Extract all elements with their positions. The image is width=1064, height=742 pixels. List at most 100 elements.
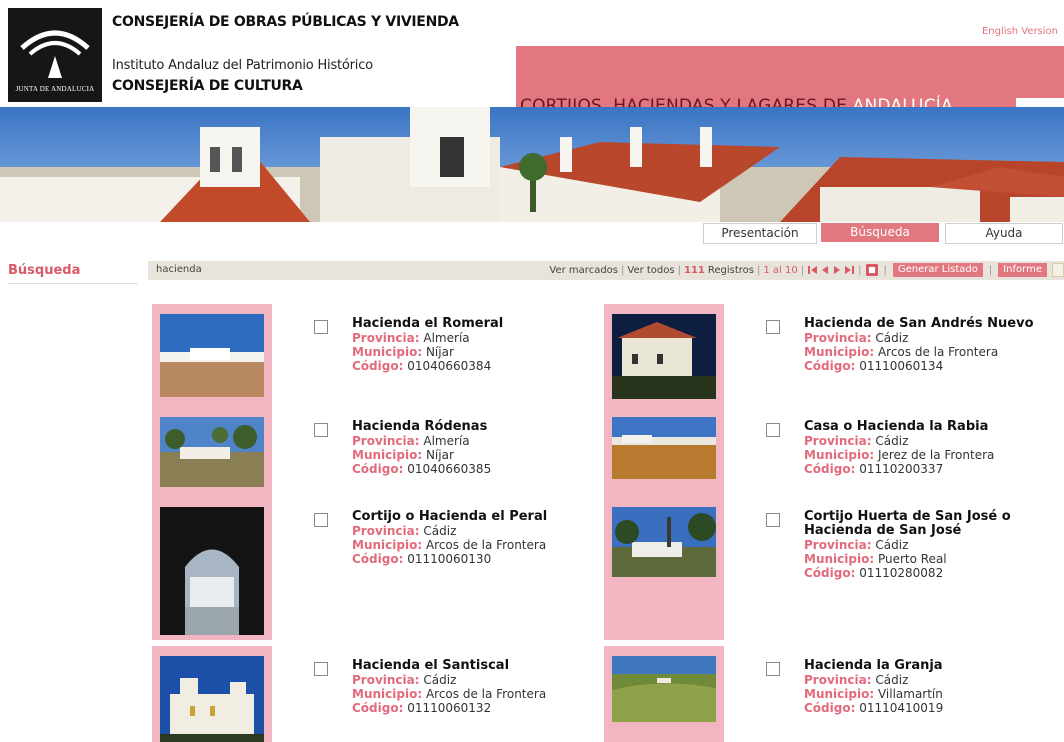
codigo-value: 01110060132 bbox=[407, 701, 492, 715]
municipio-value: Arcos de la Frontera bbox=[425, 687, 547, 701]
codigo-label: Código: bbox=[352, 359, 404, 373]
search-label-underline bbox=[8, 283, 138, 284]
provincia-value: Cádiz bbox=[875, 673, 909, 687]
search-term: hacienda bbox=[156, 264, 202, 275]
municipio-label: Municipio: bbox=[804, 552, 875, 566]
municipio-value: Arcos de la Frontera bbox=[877, 345, 999, 359]
result-checkbox[interactable] bbox=[314, 662, 328, 676]
provincia-label: Provincia: bbox=[352, 331, 420, 345]
codigo-value: 01110060130 bbox=[407, 552, 492, 566]
result-thumbnail[interactable] bbox=[604, 497, 724, 640]
provincia-value: Cádiz bbox=[423, 524, 457, 538]
codigo-label: Código: bbox=[352, 462, 404, 476]
tab-ayuda[interactable]: Ayuda bbox=[945, 223, 1063, 244]
provincia-label: Provincia: bbox=[804, 434, 872, 448]
next-page-icon[interactable] bbox=[832, 265, 842, 275]
junta-logo[interactable]: JUNTA DE ANDALUCIA bbox=[8, 8, 102, 102]
provincia-value: Almería bbox=[423, 434, 470, 448]
codigo-label: Código: bbox=[352, 552, 404, 566]
codigo-label: Código: bbox=[352, 701, 404, 715]
result-thumbnail[interactable] bbox=[152, 407, 272, 497]
provincia-label: Provincia: bbox=[352, 673, 420, 687]
result-title[interactable]: Hacienda de San Andrés Nuevo bbox=[804, 317, 1064, 331]
previous-page-icon[interactable] bbox=[820, 265, 830, 275]
english-version-link[interactable]: English Version bbox=[982, 26, 1058, 37]
result-title[interactable]: Hacienda Ródenas bbox=[352, 420, 612, 434]
municipio-value: Arcos de la Frontera bbox=[425, 538, 547, 552]
result-photo[interactable] bbox=[612, 507, 716, 577]
result-thumbnail[interactable] bbox=[604, 646, 724, 742]
result-thumbnail[interactable] bbox=[604, 304, 724, 407]
municipio-label: Municipio: bbox=[352, 345, 423, 359]
result-checkbox[interactable] bbox=[766, 423, 780, 437]
provincia-value: Cádiz bbox=[423, 673, 457, 687]
header-photo bbox=[0, 107, 1064, 222]
result-checkbox[interactable] bbox=[766, 662, 780, 676]
codigo-value: 01110280082 bbox=[859, 566, 944, 580]
result-thumbnail[interactable] bbox=[152, 304, 272, 407]
result-title[interactable]: Hacienda el Santiscal bbox=[352, 659, 612, 673]
municipio-label: Municipio: bbox=[804, 687, 875, 701]
result-photo[interactable] bbox=[160, 314, 264, 397]
result-range: 1 al 10 bbox=[763, 264, 798, 276]
tab-busqueda[interactable]: Búsqueda bbox=[821, 223, 939, 242]
result-title[interactable]: Hacienda la Granja bbox=[804, 659, 1064, 673]
result-photo[interactable] bbox=[160, 507, 264, 635]
print-icon[interactable] bbox=[866, 264, 879, 276]
separator: | bbox=[621, 264, 625, 276]
result-photo[interactable] bbox=[612, 417, 716, 479]
ver-todos-link[interactable]: Ver todos bbox=[627, 265, 674, 276]
provincia-label: Provincia: bbox=[352, 434, 420, 448]
provincia-label: Provincia: bbox=[804, 538, 872, 552]
result-title[interactable]: Cortijo o Hacienda el Peral bbox=[352, 510, 612, 524]
provincia-value: Cádiz bbox=[875, 538, 909, 552]
result-photo[interactable] bbox=[612, 314, 716, 399]
generar-listado-button[interactable]: Generar Listado bbox=[892, 263, 983, 277]
municipio-label: Municipio: bbox=[352, 687, 423, 701]
result-thumbnail[interactable] bbox=[152, 646, 272, 742]
result-info: Hacienda el Romeral Provincia: Almería M… bbox=[352, 317, 612, 374]
municipio-label: Municipio: bbox=[352, 538, 423, 552]
result-title[interactable]: Casa o Hacienda la Rabia bbox=[804, 420, 1064, 434]
provincia-label: Provincia: bbox=[352, 524, 420, 538]
result-info: Cortijo o Hacienda el Peral Provincia: C… bbox=[352, 510, 612, 567]
results-toolbar: Ver marcados | Ver todos | 111 Registros… bbox=[549, 263, 1064, 277]
codigo-value: 01110200337 bbox=[859, 462, 944, 476]
result-checkbox[interactable] bbox=[314, 423, 328, 437]
municipio-value: Jerez de la Frontera bbox=[877, 448, 995, 462]
result-checkbox[interactable] bbox=[314, 320, 328, 334]
informe-button[interactable]: Informe bbox=[998, 263, 1047, 277]
result-title[interactable]: Cortijo Huerta de San José o Hacienda de… bbox=[804, 510, 1064, 538]
result-thumbnail[interactable] bbox=[152, 497, 272, 640]
separator: | bbox=[883, 264, 887, 276]
consejeria-cultura-title: CONSEJERÍA DE CULTURA bbox=[112, 78, 303, 94]
instituto-title: Instituto Andaluz del Patrimonio Históri… bbox=[112, 58, 373, 73]
result-photo[interactable] bbox=[160, 417, 264, 487]
logo-text: JUNTA DE ANDALUCIA bbox=[15, 85, 95, 93]
result-info: Casa o Hacienda la Rabia Provincia: Cádi… bbox=[804, 420, 1064, 477]
result-checkbox[interactable] bbox=[766, 320, 780, 334]
municipio-label: Municipio: bbox=[804, 345, 875, 359]
municipio-label: Municipio: bbox=[352, 448, 423, 462]
result-checkbox[interactable] bbox=[314, 513, 328, 527]
municipio-label: Municipio: bbox=[804, 448, 875, 462]
result-thumbnail[interactable] bbox=[604, 407, 724, 497]
tab-presentacion[interactable]: Presentación bbox=[703, 223, 817, 244]
result-info: Hacienda de San Andrés Nuevo Provincia: … bbox=[804, 317, 1064, 374]
result-info: Hacienda la Granja Provincia: Cádiz Muni… bbox=[804, 659, 1064, 716]
codigo-value: 01110060134 bbox=[859, 359, 944, 373]
provincia-value: Cádiz bbox=[875, 434, 909, 448]
result-photo[interactable] bbox=[612, 656, 716, 722]
municipio-value: Níjar bbox=[425, 448, 454, 462]
municipio-value: Villamartín bbox=[877, 687, 943, 701]
last-page-icon[interactable] bbox=[844, 265, 855, 275]
document-icon[interactable] bbox=[1052, 263, 1064, 277]
result-info: Hacienda el Santiscal Provincia: Cádiz M… bbox=[352, 659, 612, 716]
result-photo[interactable] bbox=[160, 656, 264, 742]
result-checkbox[interactable] bbox=[766, 513, 780, 527]
result-title[interactable]: Hacienda el Romeral bbox=[352, 317, 612, 331]
first-page-icon[interactable] bbox=[808, 265, 818, 275]
search-toolbar: hacienda Ver marcados | Ver todos | 111 … bbox=[148, 261, 1064, 280]
ver-marcados-link[interactable]: Ver marcados bbox=[549, 265, 618, 276]
codigo-value: 01040660384 bbox=[407, 359, 492, 373]
